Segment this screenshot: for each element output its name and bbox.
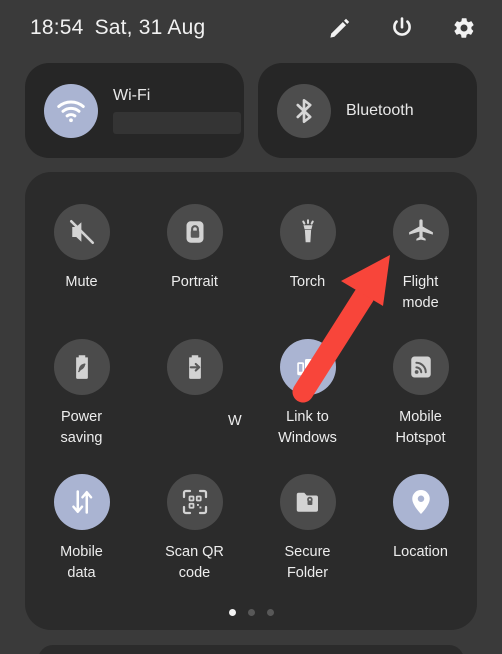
tile-portrait[interactable]: Portrait [138,194,251,329]
clock-time: 18:54 [30,16,84,39]
secure-folder-icon[interactable] [279,474,336,530]
tile-label: Mute [65,274,98,290]
battery-share-icon[interactable] [166,339,223,395]
power-icon[interactable] [390,16,414,40]
tile-mobile-data[interactable]: Mobile data [25,464,138,599]
wifi-ssid-redacted [113,112,241,134]
tile-location[interactable]: Location [364,464,477,599]
tile-scan-qr-code[interactable]: Scan QR code [138,464,251,599]
quick-settings-panel: Mute Portrait Torch Flight mode Power sa… [25,172,477,630]
tile-label: Mobile Hotspot [395,409,446,446]
tile-label: Location [393,544,448,560]
tile-link-to-windows[interactable]: Link to Windows [251,329,364,464]
bluetooth-text-block: Bluetooth [346,102,414,120]
tile-flight-mode[interactable]: Flight mode [364,194,477,329]
tile-secure-folder[interactable]: Secure Folder [251,464,364,599]
notifications-card-peek [38,645,464,654]
tile-label-fragment: W [228,413,242,429]
quick-settings-screen: 18:54 Sat, 31 Aug Wi-Fi Bluetooth Mute P… [0,0,502,654]
page-indicator[interactable] [25,609,477,616]
torch-icon[interactable] [279,204,336,260]
page-dot-1[interactable] [228,609,236,616]
settings-gear-icon[interactable] [452,16,476,40]
clock-date: Sat, 31 Aug [94,16,206,39]
status-header: 18:54 Sat, 31 Aug [0,0,502,56]
bluetooth-icon[interactable] [277,83,331,138]
tile-label: Scan QR code [165,544,224,581]
quick-settings-row: Mobile data Scan QR code Secure Folder L… [25,464,477,599]
tile-mute[interactable]: Mute [25,194,138,329]
clock-date-block: 18:54 Sat, 31 Aug [30,16,205,40]
tile-mobile-hotspot[interactable]: Mobile Hotspot [364,329,477,464]
tile-label: Mobile data [60,544,103,581]
link-to-windows-icon[interactable] [279,339,336,395]
tile-label: Power saving [60,409,103,446]
rotation-lock-icon[interactable] [166,204,223,260]
page-dot-3[interactable] [266,609,274,616]
battery-leaf-icon[interactable] [53,339,110,395]
tile-power-saving[interactable]: Power saving [25,329,138,464]
hotspot-icon[interactable] [392,339,449,395]
header-actions [328,16,476,40]
qr-scan-icon[interactable] [166,474,223,530]
location-pin-icon[interactable] [392,474,449,530]
connectivity-row: Wi-Fi Bluetooth [25,63,477,158]
tile-label: Secure Folder [284,544,331,581]
airplane-icon[interactable] [392,204,449,260]
bluetooth-label: Bluetooth [346,101,414,119]
mobile-data-icon[interactable] [53,474,110,530]
tile-label: Torch [289,274,326,290]
tile-label: Flight mode [402,274,439,311]
tile-torch[interactable]: Torch [251,194,364,329]
quick-settings-row: Power saving haring [25,329,477,464]
mute-icon[interactable] [53,204,110,260]
page-dot-2[interactable] [247,609,255,616]
quick-settings-grid: Mute Portrait Torch Flight mode Power sa… [25,194,477,599]
tile-battery-sharing[interactable]: haring [138,329,251,464]
quick-settings-row: Mute Portrait Torch Flight mode [25,194,477,329]
tile-label: Link to Windows [278,409,337,446]
wifi-label: Wi-Fi [113,87,151,104]
wifi-text-block: Wi-Fi [113,87,241,134]
wifi-icon[interactable] [44,83,98,138]
edit-pencil-icon[interactable] [328,16,352,40]
bluetooth-tile[interactable]: Bluetooth [258,63,477,158]
wifi-tile[interactable]: Wi-Fi [25,63,244,158]
tile-label: Portrait [171,274,218,290]
